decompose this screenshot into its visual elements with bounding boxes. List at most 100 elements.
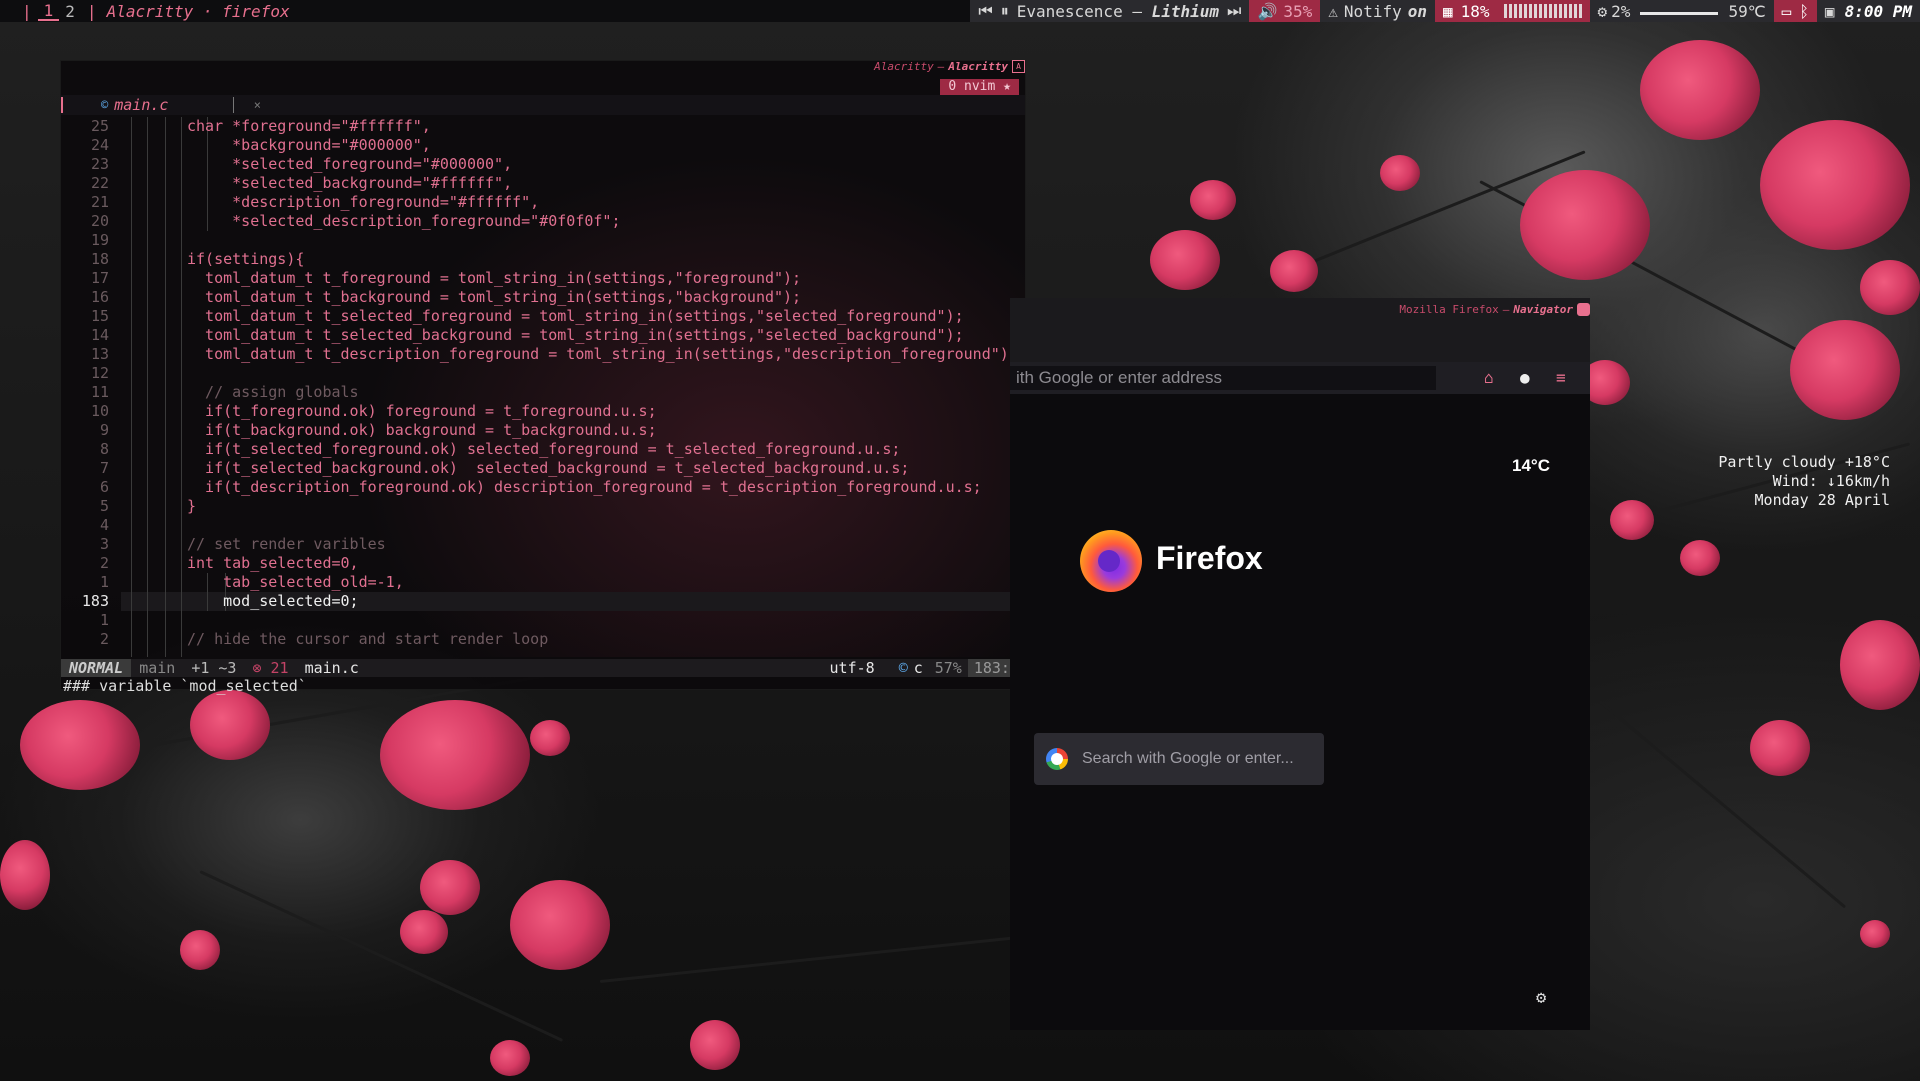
url-bar[interactable]: ith Google or enter address (1010, 366, 1436, 390)
line-number: 2 (99, 630, 109, 648)
wallpaper-blossom (20, 700, 140, 790)
c-file-icon: © (101, 98, 109, 112)
search-placeholder: Search with Google or enter... (1082, 750, 1294, 767)
code-line[interactable]: *selected_description_foreground="#0f0f0… (187, 212, 620, 231)
line-number: 5 (99, 497, 109, 515)
firefox-toolbar: ith Google or enter address ⌂ ● ≡ (1010, 362, 1590, 394)
volume-icon: 🔊 (1257, 1, 1278, 21)
wallpaper-blossom (1680, 540, 1720, 576)
google-icon (1046, 748, 1068, 770)
code-line[interactable]: *selected_foreground="#000000", (187, 155, 512, 174)
wallpaper-blossom (530, 720, 570, 756)
media-prev-icon[interactable]: ⏮ (978, 1, 992, 21)
wallpaper-branch (1599, 700, 1847, 909)
code-line[interactable]: } (187, 497, 196, 516)
git-branch: main (139, 659, 176, 677)
indent-guide (131, 117, 132, 657)
wallpaper-blossom (1840, 620, 1920, 710)
line-number: 15 (90, 307, 109, 325)
code-line[interactable]: // assign globals (187, 383, 359, 402)
diagnostics-errors: ⊗ 21 (252, 659, 289, 677)
bluetooth-icon[interactable]: ᛒ (1799, 2, 1809, 21)
cpu-value: 2% (1611, 1, 1631, 21)
gear-icon[interactable]: ⚙ (1536, 988, 1546, 1008)
code-line[interactable]: tab_selected_old=-1, (187, 573, 404, 592)
workspace-2[interactable]: 2 (59, 2, 81, 21)
calendar-icon[interactable]: ▣ (1825, 2, 1835, 21)
line-number: 1 (99, 573, 109, 591)
hamburger-menu-icon[interactable]: ≡ (1556, 368, 1566, 387)
line-number: 19 (90, 231, 109, 249)
firefox-titlebar: Mozilla Firefox – Navigator (1399, 298, 1590, 320)
code-line[interactable]: int tab_selected=0, (187, 554, 359, 573)
filetype: c (913, 659, 923, 677)
weather-temperature[interactable]: 14°C (1512, 456, 1550, 476)
notify-module[interactable]: ⚠ Notify on (1320, 0, 1435, 22)
wallpaper-blossom (1760, 120, 1910, 250)
line-number: 8 (99, 440, 109, 458)
wallpaper-blossom (1860, 260, 1920, 315)
line-number: 25 (90, 117, 109, 135)
alacritty-window[interactable]: Alacritty – Alacritty A 0 nvim ★ © main.… (60, 59, 1026, 695)
volume-module[interactable]: 🔊 35% (1249, 0, 1321, 22)
focused-window-title: Alacritty · firefox (106, 1, 290, 21)
filetype-icon: © (898, 659, 908, 677)
buffer-tab-main-c[interactable]: © main.c × (101, 95, 261, 115)
code-line[interactable]: // hide the cursor and start render loop (187, 630, 548, 649)
media-pause-icon[interactable]: ⏸ (1001, 1, 1009, 21)
line-number: 24 (90, 136, 109, 154)
line-number: 17 (90, 269, 109, 287)
volume-value: 35% (1283, 1, 1313, 21)
wallpaper-blossom (1640, 40, 1760, 140)
wallpaper-blossom (1190, 180, 1236, 220)
code-line[interactable]: if(t_selected_foreground.ok) selected_fo… (187, 440, 900, 459)
nvim-tabline: © main.c × (61, 95, 1025, 115)
clock-module: ▣ 8:00 PM (1816, 0, 1920, 22)
memory-icon: ▦ (1442, 1, 1453, 21)
code-line[interactable]: *description_foreground="#ffffff", (187, 193, 539, 212)
nvim-cmdline[interactable]: ### variable `mod_selected` (61, 677, 307, 695)
line-number: 16 (90, 288, 109, 306)
firefox-window[interactable]: Mozilla Firefox – Navigator ith Google o… (1010, 298, 1590, 1030)
cpu-meter (1640, 8, 1719, 15)
close-icon[interactable] (1577, 302, 1590, 316)
code-line[interactable]: toml_datum_t t_selected_foreground = tom… (187, 307, 964, 326)
line-number: 2 (99, 554, 109, 572)
workspace-1[interactable]: 1 (37, 1, 60, 21)
code-line[interactable]: // set render varibles (187, 535, 386, 554)
line-number: 10 (90, 402, 109, 420)
line-number: 6 (99, 478, 109, 496)
code-editor[interactable]: 25 char *foreground="#ffffff", 24 *backgro… (61, 117, 1025, 657)
firefox-new-tab-page: 14°C Firefox Search with Google or enter… (1010, 394, 1590, 1030)
close-icon[interactable]: × (254, 98, 261, 112)
close-icon[interactable]: A (1012, 59, 1025, 73)
code-line[interactable]: if(t_foreground.ok) foreground = t_foreg… (187, 402, 657, 421)
code-line[interactable]: mod_selected=0; (187, 592, 358, 611)
code-line[interactable]: *selected_background="#ffffff", (187, 174, 512, 193)
wallpaper-blossom (1790, 320, 1900, 420)
tmux-window-tag: 0 nvim ★ (940, 79, 1019, 95)
cpu-module: ⚙ 2% 59℃ (1589, 0, 1774, 22)
top-status-bar: | 1 2 | Alacritty · firefox ⏮ ⏸ Evanesce… (0, 0, 1920, 22)
code-line[interactable]: if(t_selected_background.ok) selected_ba… (187, 459, 909, 478)
git-diff: +1 ~3 (191, 659, 237, 677)
code-line[interactable]: toml_datum_t t_selected_background = tom… (187, 326, 964, 345)
indent-guide (147, 117, 148, 657)
code-line[interactable]: char *foreground="#ffffff", (187, 117, 431, 136)
bookmarks-icon[interactable]: ⌂ (1484, 368, 1494, 387)
code-line[interactable]: *background="#000000", (187, 136, 431, 155)
network-icon[interactable]: ▭ (1782, 2, 1792, 21)
code-line[interactable]: if(settings){ (187, 250, 304, 269)
wallpaper-blossom (1150, 230, 1220, 290)
code-line[interactable]: if(t_description_foreground.ok) descript… (187, 478, 982, 497)
buffer-tab-label: main.c (114, 96, 169, 114)
new-tab-search-box[interactable]: Search with Google or enter... (1034, 733, 1324, 785)
code-line[interactable]: toml_datum_t t_background = toml_string_… (187, 288, 801, 307)
wallpaper-blossom (510, 880, 610, 970)
code-line[interactable]: if(t_background.ok) background = t_backg… (187, 421, 657, 440)
wallpaper-blossom (1610, 500, 1654, 540)
code-line[interactable]: toml_datum_t t_foreground = toml_string_… (187, 269, 801, 288)
extensions-icon[interactable]: ● (1520, 368, 1530, 387)
media-next-icon[interactable]: ⏭ (1227, 1, 1241, 21)
code-line[interactable]: toml_datum_t t_description_foreground = … (187, 345, 1018, 364)
